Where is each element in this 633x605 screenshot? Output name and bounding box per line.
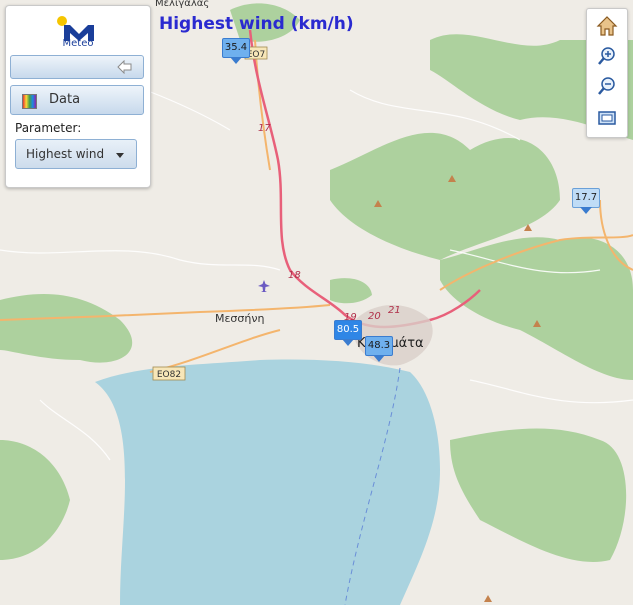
zoom-out-icon[interactable]: [595, 74, 619, 98]
wind-marker-value: 80.5: [334, 320, 362, 340]
road-ref-20: 20: [368, 311, 381, 322]
zoom-extent-icon[interactable]: [595, 106, 619, 130]
road-ref-18: 18: [288, 270, 301, 281]
map-toolbar: [586, 8, 628, 138]
road-ref-21: 21: [388, 305, 401, 316]
data-button-label: Data: [49, 92, 81, 107]
wind-marker-value: 17.7: [572, 188, 600, 208]
svg-text:EO82: EO82: [157, 370, 181, 380]
map-title: Highest wind (km/h): [159, 14, 354, 34]
road-ref-17: 17: [258, 123, 271, 134]
place-label-top: Μελιγαλάς: [155, 0, 209, 9]
sea: [95, 359, 440, 605]
rainbow-icon: [22, 94, 37, 109]
collapse-panel-button[interactable]: [10, 55, 144, 79]
arrow-left-icon: [117, 60, 132, 74]
chevron-down-icon: [116, 153, 124, 158]
home-icon[interactable]: [595, 14, 619, 38]
zoom-in-icon[interactable]: [595, 44, 619, 68]
parameter-select[interactable]: Highest wind: [15, 139, 137, 169]
wind-marker-value: 35.4: [222, 38, 250, 58]
data-button[interactable]: Data: [10, 85, 144, 115]
road-ref-eo82: EO82: [152, 366, 186, 381]
control-panel: Meteo Data Parameter: Highest wind: [5, 5, 151, 188]
parameter-select-value: Highest wind: [26, 147, 105, 161]
parameter-label: Parameter:: [15, 121, 82, 135]
wind-marker-value: 48.3: [365, 336, 393, 356]
place-label-messini: Μεσσήνη: [215, 312, 264, 325]
logo-text: Meteo: [62, 38, 94, 49]
